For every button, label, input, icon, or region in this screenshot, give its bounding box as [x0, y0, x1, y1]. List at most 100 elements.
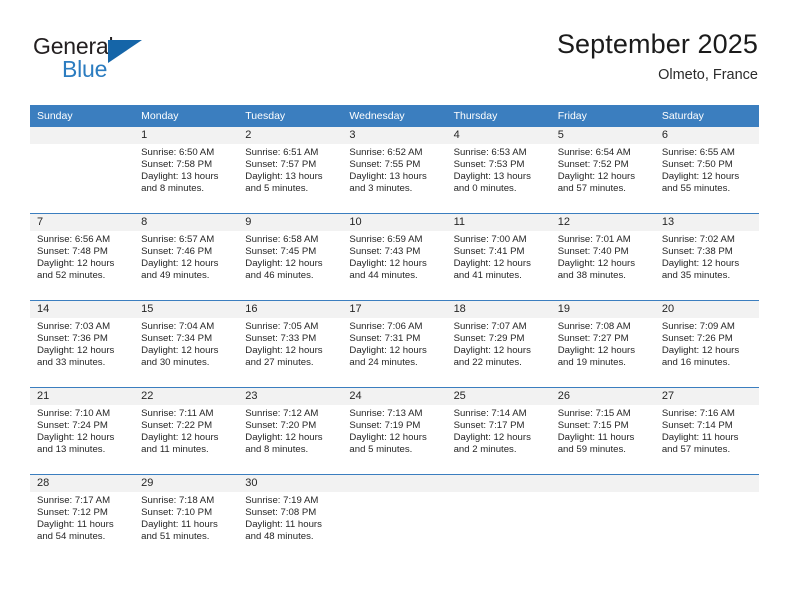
sunrise-text: Sunrise: 6:52 AM: [349, 147, 423, 158]
day-number: 25: [446, 388, 551, 405]
calendar-day-cell[interactable]: 12 Sunrise: 7:01 AM Sunset: 7:40 PM Dayligh…: [550, 213, 655, 301]
daylight-text-line1: Daylight: 11 hours: [661, 431, 739, 443]
sunrise-text: Sunrise: 7:03 AM: [37, 321, 111, 332]
calendar-day-cell[interactable]: 6 Sunrise: 6:55 AM Sunset: 7:50 PM Daylight…: [654, 127, 759, 214]
logo-text-blue: Blue: [62, 56, 108, 82]
calendar-day-cell[interactable]: 1 Sunrise: 6:50 AM Sunset: 7:58 PM Daylight…: [134, 127, 239, 214]
general-blue-logo[interactable]: General Blue: [33, 33, 203, 87]
day-cell-inner: 19 Sunrise: 7:08 AM Sunset: 7:27 PM Dayligh…: [550, 301, 655, 387]
daylight-text-line1: Daylight: 12 hours: [661, 170, 740, 182]
day-cell-inner: 28 Sunrise: 7:17 AM Sunset: 7:12 PM Dayligh…: [30, 475, 135, 561]
sunset-text: Sunset: 7:57 PM: [245, 158, 317, 170]
day-number: 3: [342, 127, 447, 144]
calendar-day-cell[interactable]: 7 Sunrise: 6:56 AM Sunset: 7:48 PM Daylight…: [30, 213, 135, 301]
page-header: General Blue September 2025 Olmeto, Fran…: [0, 0, 792, 100]
calendar-day-cell[interactable]: 24 Sunrise: 7:13 AM Sunset: 7:19 PM Dayligh…: [342, 387, 447, 475]
calendar-day-cell[interactable]: 30 Sunrise: 7:19 AM Sunset: 7:08 PM Dayligh…: [238, 474, 343, 561]
calendar-day-cell[interactable]: 25 Sunrise: 7:14 AM Sunset: 7:17 PM Dayligh…: [446, 387, 551, 475]
daylight-text-line1: Daylight: 12 hours: [349, 257, 427, 269]
weekday-header-sunday: Sunday: [30, 105, 135, 127]
day-cell-inner: [30, 127, 135, 213]
calendar-day-cell[interactable]: 11 Sunrise: 7:00 AM Sunset: 7:41 PM Dayligh…: [446, 213, 551, 301]
day-number: 4: [446, 127, 551, 144]
calendar-day-cell[interactable]: 9 Sunrise: 6:58 AM Sunset: 7:45 PM Daylight…: [238, 213, 343, 301]
day-cell-details: Sunrise: 6:51 AM Sunset: 7:57 PM Daylight:…: [238, 144, 342, 195]
calendar-day-cell[interactable]: 13 Sunrise: 7:02 AM Sunset: 7:38 PM Dayligh…: [654, 213, 759, 301]
day-cell-details: Sunrise: 7:15 AM Sunset: 7:15 PM Daylight:…: [551, 405, 655, 456]
daylight-text-line1: Daylight: 12 hours: [349, 431, 427, 443]
sunset-text: Sunset: 7:45 PM: [245, 245, 317, 257]
daylight-text-line1: Daylight: 12 hours: [557, 257, 636, 269]
day-cell-details: Sunrise: 7:10 AM Sunset: 7:24 PM Daylight:…: [30, 405, 134, 456]
day-cell-inner: [654, 475, 759, 561]
day-cell-details: Sunrise: 7:05 AM Sunset: 7:33 PM Daylight:…: [238, 318, 342, 369]
sunrise-text: Sunrise: 7:18 AM: [141, 495, 215, 506]
day-number: 1: [134, 127, 239, 144]
daylight-text-line2: and 57 minutes.: [661, 443, 731, 455]
calendar-day-cell[interactable]: 28 Sunrise: 7:17 AM Sunset: 7:12 PM Dayligh…: [30, 474, 135, 561]
day-cell-inner: 6 Sunrise: 6:55 AM Sunset: 7:50 PM Daylight…: [654, 127, 759, 213]
calendar-day-cell[interactable]: 2 Sunrise: 6:51 AM Sunset: 7:57 PM Daylight…: [238, 127, 343, 214]
daylight-text-line1: Daylight: 12 hours: [37, 431, 115, 443]
sunset-text: Sunset: 7:34 PM: [141, 332, 213, 344]
day-cell-details: [30, 144, 134, 147]
weekday-header-thursday: Thursday: [446, 105, 551, 127]
day-number: 15: [134, 301, 239, 318]
calendar-day-cell[interactable]: 19 Sunrise: 7:08 AM Sunset: 7:27 PM Dayligh…: [550, 300, 655, 388]
calendar-day-cell[interactable]: 3 Sunrise: 6:52 AM Sunset: 7:55 PM Daylight…: [342, 127, 447, 214]
daylight-text-line1: Daylight: 12 hours: [661, 344, 740, 356]
day-cell-details: [447, 492, 551, 495]
day-cell-inner: 18 Sunrise: 7:07 AM Sunset: 7:29 PM Dayligh…: [446, 301, 551, 387]
sunrise-text: Sunrise: 7:04 AM: [141, 321, 215, 332]
calendar-day-cell[interactable]: 18 Sunrise: 7:07 AM Sunset: 7:29 PM Dayligh…: [446, 300, 551, 388]
daylight-text-line1: Daylight: 11 hours: [245, 518, 322, 530]
day-cell-details: Sunrise: 7:08 AM Sunset: 7:27 PM Daylight:…: [551, 318, 655, 369]
calendar-day-cell[interactable]: 5 Sunrise: 6:54 AM Sunset: 7:52 PM Daylight…: [550, 127, 655, 214]
calendar-day-cell[interactable]: 17 Sunrise: 7:06 AM Sunset: 7:31 PM Dayligh…: [342, 300, 447, 388]
daylight-text-line2: and 24 minutes.: [349, 356, 418, 368]
sunrise-text: Sunrise: 7:14 AM: [453, 408, 527, 419]
daylight-text-line2: and 0 minutes.: [453, 182, 517, 194]
daylight-text-line1: Daylight: 12 hours: [661, 257, 740, 269]
daylight-text-line2: and 54 minutes.: [37, 530, 106, 542]
day-cell-details: Sunrise: 7:09 AM Sunset: 7:26 PM Daylight:…: [655, 318, 759, 369]
day-cell-details: Sunrise: 7:11 AM Sunset: 7:22 PM Daylight:…: [134, 405, 238, 456]
daylight-text-line1: Daylight: 12 hours: [141, 431, 219, 443]
calendar-day-cell[interactable]: 26 Sunrise: 7:15 AM Sunset: 7:15 PM Dayligh…: [550, 387, 655, 475]
daylight-text-line1: Daylight: 12 hours: [453, 257, 531, 269]
calendar-day-cell[interactable]: 21 Sunrise: 7:10 AM Sunset: 7:24 PM Dayligh…: [30, 387, 135, 475]
daylight-text-line2: and 11 minutes.: [141, 443, 209, 455]
daylight-text-line2: and 13 minutes.: [37, 443, 106, 455]
daylight-text-line1: Daylight: 12 hours: [245, 257, 323, 269]
calendar-day-cell[interactable]: 10 Sunrise: 6:59 AM Sunset: 7:43 PM Dayligh…: [342, 213, 447, 301]
calendar-day-cell[interactable]: 29 Sunrise: 7:18 AM Sunset: 7:10 PM Dayligh…: [134, 474, 239, 561]
calendar-day-cell[interactable]: 23 Sunrise: 7:12 AM Sunset: 7:20 PM Dayligh…: [238, 387, 343, 475]
calendar-day-cell[interactable]: 20 Sunrise: 7:09 AM Sunset: 7:26 PM Dayligh…: [654, 300, 759, 388]
day-number: [30, 127, 135, 144]
daylight-text-line2: and 5 minutes.: [245, 182, 309, 194]
calendar-week-row: 1 Sunrise: 6:50 AM Sunset: 7:58 PM Daylight…: [30, 127, 759, 214]
daylight-text-line2: and 19 minutes.: [557, 356, 626, 368]
sunset-text: Sunset: 7:46 PM: [141, 245, 213, 257]
weekday-header-tuesday: Tuesday: [238, 105, 343, 127]
day-number: 8: [134, 214, 239, 231]
daylight-text-line2: and 3 minutes.: [349, 182, 413, 194]
calendar-week-row: 7 Sunrise: 6:56 AM Sunset: 7:48 PM Daylight…: [30, 213, 759, 301]
calendar-day-cell[interactable]: 15 Sunrise: 7:04 AM Sunset: 7:34 PM Dayligh…: [134, 300, 239, 388]
day-cell-details: Sunrise: 7:13 AM Sunset: 7:19 PM Daylight:…: [342, 405, 446, 456]
day-cell-inner: 27 Sunrise: 7:16 AM Sunset: 7:14 PM Dayligh…: [654, 388, 759, 474]
calendar-day-cell[interactable]: 16 Sunrise: 7:05 AM Sunset: 7:33 PM Dayligh…: [238, 300, 343, 388]
calendar-day-cell[interactable]: 4 Sunrise: 6:53 AM Sunset: 7:53 PM Daylight…: [446, 127, 551, 214]
sunrise-text: Sunrise: 7:15 AM: [557, 408, 631, 419]
calendar-day-cell[interactable]: 8 Sunrise: 6:57 AM Sunset: 7:46 PM Daylight…: [134, 213, 239, 301]
day-cell-inner: [342, 475, 447, 561]
sunrise-text: Sunrise: 7:02 AM: [661, 234, 735, 245]
sunrise-text: Sunrise: 7:11 AM: [141, 408, 214, 419]
day-cell-details: Sunrise: 7:06 AM Sunset: 7:31 PM Daylight:…: [342, 318, 446, 369]
calendar-day-cell[interactable]: 27 Sunrise: 7:16 AM Sunset: 7:14 PM Dayligh…: [654, 387, 759, 475]
day-number: 24: [342, 388, 447, 405]
day-number: 2: [238, 127, 343, 144]
day-number: 23: [238, 388, 343, 405]
calendar-day-cell[interactable]: 14 Sunrise: 7:03 AM Sunset: 7:36 PM Dayligh…: [30, 300, 135, 388]
calendar-day-cell[interactable]: 22 Sunrise: 7:11 AM Sunset: 7:22 PM Dayligh…: [134, 387, 239, 475]
